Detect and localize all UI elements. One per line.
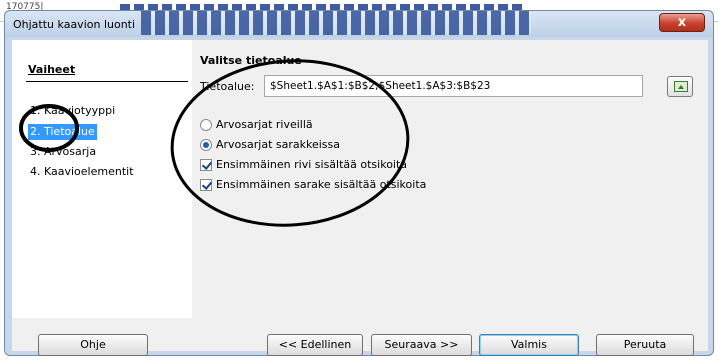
dialog-title: Ohjattu kaavion luonti	[13, 18, 136, 31]
radio-icon[interactable]	[200, 118, 212, 131]
chart-wizard-dialog: Ohjattu kaavion luonti x Vaiheet 1. Kaav…	[4, 10, 714, 356]
previous-button[interactable]: << Edellinen	[267, 334, 363, 356]
checkbox-checked-icon[interactable]	[200, 158, 212, 171]
title-chart-preview	[141, 11, 531, 35]
help-button[interactable]: Ohje	[38, 334, 148, 356]
steps-panel: Vaiheet 1. Kaaviotyyppi 2. Tietoalue 3. …	[12, 40, 192, 318]
first-column-labels-label: Ensimmäinen sarake sisältää otsikoita	[216, 178, 427, 191]
select-range-button[interactable]	[667, 76, 693, 97]
section-title: Valitse tietoalue	[200, 54, 302, 67]
steps-divider	[26, 81, 188, 82]
checkbox-checked-icon[interactable]	[200, 178, 212, 191]
step-chart-type[interactable]: 1. Kaaviotyyppi	[28, 103, 117, 119]
first-row-labels-option[interactable]: Ensimmäinen rivi sisältää otsikoita	[200, 158, 407, 171]
first-column-labels-option[interactable]: Ensimmäinen sarake sisältää otsikoita	[200, 178, 426, 191]
data-range-panel: Valitse tietoalue Tietoalue: Arvosarjat …	[192, 40, 708, 318]
steps-header: Vaiheet	[28, 63, 76, 76]
range-label: Tietoalue:	[200, 80, 255, 93]
series-in-columns-option[interactable]: Arvosarjat sarakkeissa	[200, 138, 340, 151]
series-in-rows-label: Arvosarjat riveillä	[216, 118, 313, 131]
finish-button[interactable]: Valmis	[479, 334, 579, 356]
step-data-series[interactable]: 3. Arvosarja	[28, 144, 98, 160]
series-in-rows-option[interactable]: Arvosarjat riveillä	[200, 118, 313, 131]
close-button[interactable]: x	[659, 13, 705, 32]
series-in-columns-label: Arvosarjat sarakkeissa	[216, 138, 340, 151]
dialog-client: Vaiheet 1. Kaaviotyyppi 2. Tietoalue 3. …	[12, 40, 708, 356]
shrink-icon	[674, 81, 688, 92]
step-chart-elements[interactable]: 4. Kaavioelementit	[28, 164, 136, 180]
cancel-button[interactable]: Peruuta	[596, 334, 694, 356]
first-row-labels-label: Ensimmäinen rivi sisältää otsikoita	[216, 158, 408, 171]
title-bar[interactable]: Ohjattu kaavion luonti x	[5, 11, 713, 37]
radio-selected-icon[interactable]	[200, 138, 212, 151]
next-button[interactable]: Seuraava >>	[371, 334, 472, 356]
range-input[interactable]	[264, 75, 643, 97]
close-icon: x	[677, 15, 687, 30]
step-data-range[interactable]: 2. Tietoalue	[28, 124, 97, 140]
